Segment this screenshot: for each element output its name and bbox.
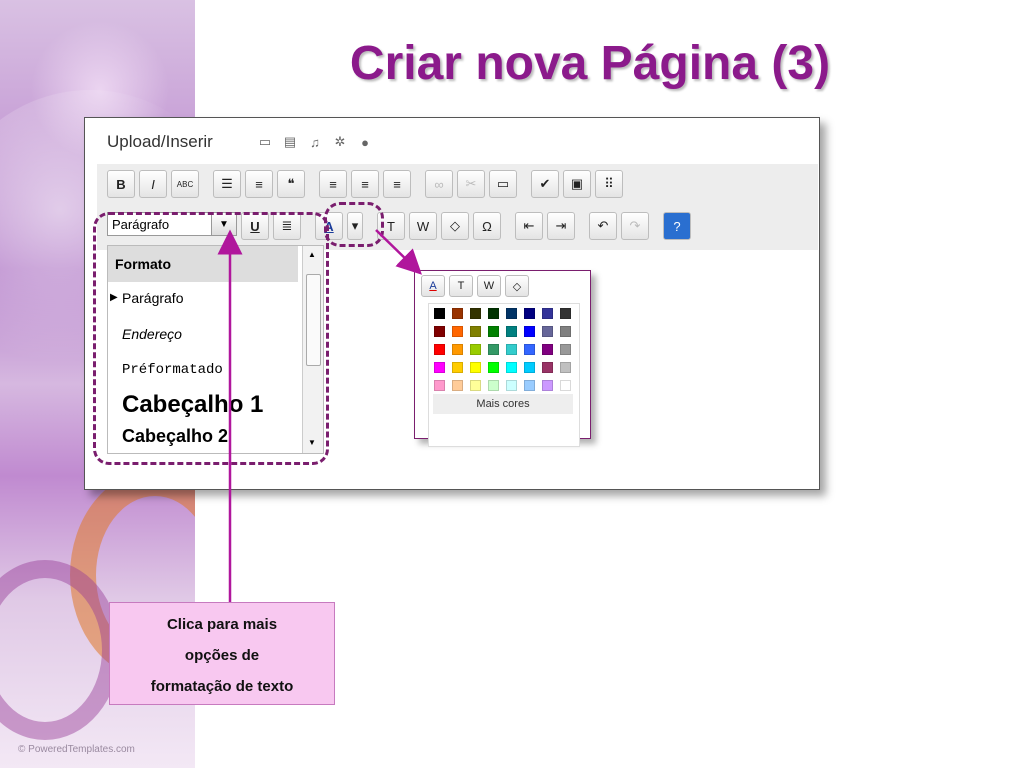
color-swatch[interactable] [434,308,445,319]
popup-eraser-button[interactable]: ◇ [505,275,529,297]
color-swatch[interactable] [470,308,481,319]
strikethrough-button[interactable]: ABC [171,170,199,198]
media-icon[interactable]: ✲ [332,134,348,150]
unlink-button[interactable]: ✂ [457,170,485,198]
color-swatch[interactable] [452,380,463,391]
color-swatch[interactable] [470,344,481,355]
color-swatch[interactable] [542,344,553,355]
color-swatch[interactable] [488,344,499,355]
color-swatch[interactable] [506,308,517,319]
special-char-button[interactable]: Ω [473,212,501,240]
color-swatch[interactable] [434,326,445,337]
more-tag-button[interactable]: ▭ [489,170,517,198]
color-swatch[interactable] [452,326,463,337]
bullet-list-button[interactable]: ☰ [213,170,241,198]
color-swatch[interactable] [542,380,553,391]
blockquote-button[interactable]: ❝ [277,170,305,198]
clear-format-button[interactable]: ◇ [441,212,469,240]
help-button[interactable]: ? [663,212,691,240]
color-swatch[interactable] [524,326,535,337]
color-swatch[interactable] [560,362,571,373]
color-swatch[interactable] [488,308,499,319]
upload-icons: ▭ ▤ ♫ ✲ ● [257,134,373,150]
kitchen-sink-button[interactable]: ⠿ [595,170,623,198]
color-swatch[interactable] [506,362,517,373]
outdent-button[interactable]: ⇤ [515,212,543,240]
color-highlight-box [324,202,384,247]
paste-word-button[interactable]: W [409,212,437,240]
callout-line-1: Clica para mais [166,616,278,633]
align-left-button[interactable]: ≡ [319,170,347,198]
slide-title: Criar nova Página (3) [349,37,831,90]
color-swatch[interactable] [524,344,535,355]
color-swatch[interactable] [506,326,517,337]
color-swatch[interactable] [560,344,571,355]
popup-paste-text-button[interactable]: T [449,275,473,297]
popup-text-color-button[interactable]: A [421,275,445,297]
toolbar-row-1: B I ABC ☰ ≡ ❝ ≡ ≡ ≡ ∞ ✂ ▭ ✔ ▣ ⠿ [107,170,623,198]
align-center-button[interactable]: ≡ [351,170,379,198]
color-swatch[interactable] [434,344,445,355]
color-swatch[interactable] [524,362,535,373]
color-picker-popup: A T W ◇ Mais cores [414,270,591,447]
color-swatch[interactable] [452,362,463,373]
image-icon[interactable]: ▭ [257,134,273,150]
redo-button[interactable]: ↷ [621,212,649,240]
numbered-list-button[interactable]: ≡ [245,170,273,198]
color-swatch[interactable] [488,326,499,337]
color-swatch[interactable] [488,380,499,391]
align-right-button[interactable]: ≡ [383,170,411,198]
more-colors-button[interactable]: Mais cores [433,394,573,414]
fullscreen-button[interactable]: ▣ [563,170,591,198]
footer-credit: © PoweredTemplates.com [18,744,135,755]
color-swatch[interactable] [434,362,445,373]
color-palette: Mais cores [428,303,580,447]
undo-button[interactable]: ↶ [589,212,617,240]
color-swatch[interactable] [470,326,481,337]
color-swatch[interactable] [470,362,481,373]
color-swatch[interactable] [506,380,517,391]
popup-toolbar: A T W ◇ [421,275,529,297]
color-swatch[interactable] [560,326,571,337]
color-swatch[interactable] [524,308,535,319]
color-swatch[interactable] [452,308,463,319]
color-swatch[interactable] [560,308,571,319]
color-swatch[interactable] [542,308,553,319]
color-swatch[interactable] [488,362,499,373]
bold-button[interactable]: B [107,170,135,198]
color-swatch[interactable] [470,380,481,391]
color-swatch[interactable] [542,362,553,373]
color-swatch[interactable] [524,380,535,391]
callout-line-2: opções de [184,647,260,664]
gallery-icon[interactable]: ▤ [282,134,298,150]
upload-insert-label[interactable]: Upload/Inserir [107,132,213,152]
instruction-callout: Clica para mais opções de formatação de … [109,602,335,705]
format-highlight-box [93,212,329,465]
popup-paste-word-button[interactable]: W [477,275,501,297]
color-swatch[interactable] [452,344,463,355]
circle-icon[interactable]: ● [357,134,373,150]
color-swatch[interactable] [434,380,445,391]
music-icon[interactable]: ♫ [307,134,323,150]
color-swatch[interactable] [560,380,571,391]
color-swatch[interactable] [506,344,517,355]
spellcheck-button[interactable]: ✔ [531,170,559,198]
callout-line-3: formatação de texto [150,678,294,695]
color-grid [434,308,571,391]
link-button[interactable]: ∞ [425,170,453,198]
color-swatch[interactable] [542,326,553,337]
italic-button[interactable]: I [139,170,167,198]
indent-button[interactable]: ⇥ [547,212,575,240]
